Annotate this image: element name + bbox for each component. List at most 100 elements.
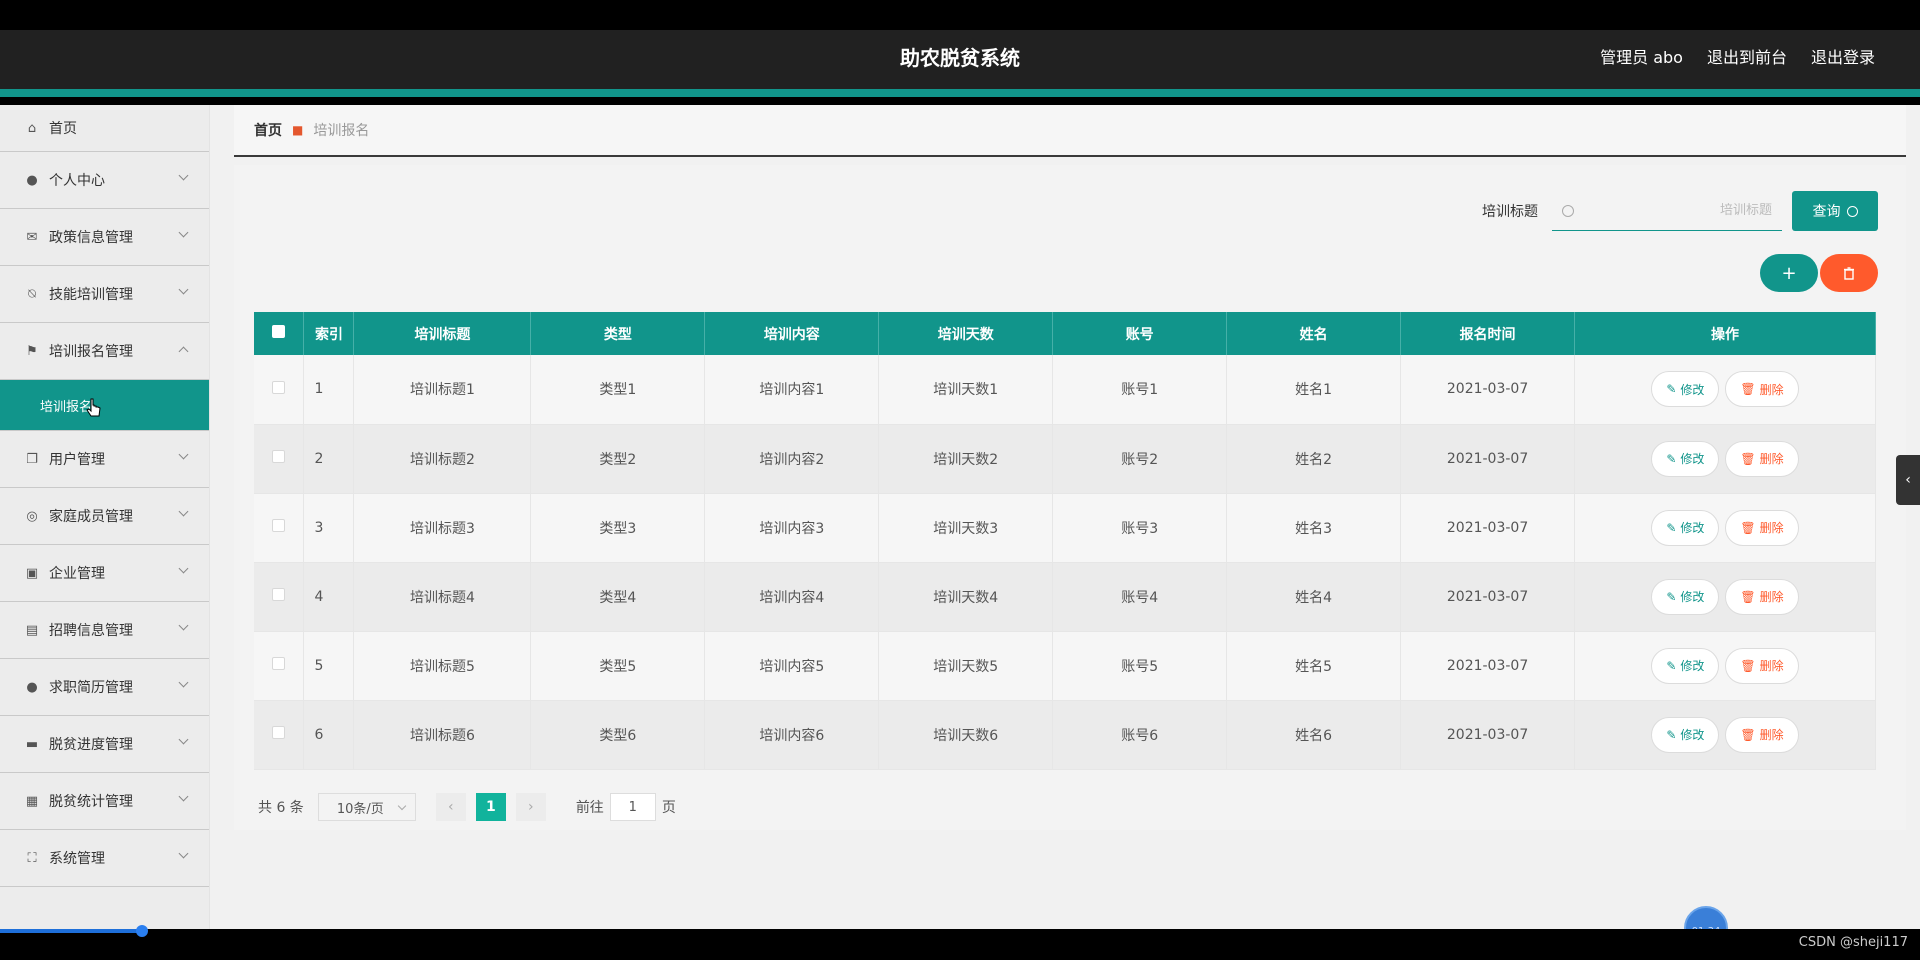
table-cell: 1: [303, 355, 355, 425]
sidebar-item[interactable]: ✉ 政策信息管理: [0, 209, 209, 266]
column-header: 操作: [1574, 312, 1876, 355]
batch-delete-button[interactable]: [1820, 254, 1878, 292]
edit-button[interactable]: ✎ 修改: [1651, 440, 1720, 477]
sidebar-item[interactable]: ⛶ 系统管理: [0, 830, 209, 887]
sidebar-item[interactable]: ▬ 脱贫进度管理: [0, 716, 209, 773]
edit-icon: ✎: [1666, 520, 1677, 535]
sidebar-item[interactable]: ⌂ 首页: [0, 105, 209, 152]
chevron-down-icon: [178, 227, 189, 238]
delete-label: 删除: [1759, 521, 1784, 535]
table-cell: 培训内容2: [704, 424, 880, 494]
sidebar-item[interactable]: ▦ 脱贫统计管理: [0, 773, 209, 830]
delete-button[interactable]: 🗑 删除: [1725, 716, 1799, 753]
row-actions: ✎ 修改 🗑 删除: [1574, 700, 1876, 770]
table-cell: 培训天数4: [878, 562, 1054, 632]
search-button-label: 查询: [1812, 204, 1841, 220]
chevron-down-icon: [178, 284, 189, 295]
edit-button[interactable]: ✎ 修改: [1651, 716, 1720, 753]
page-number-current[interactable]: 1: [475, 793, 506, 821]
next-page-button[interactable]: ›: [515, 793, 546, 821]
column-header: 索引: [303, 312, 355, 355]
table-cell: 账号4: [1052, 562, 1228, 632]
sidebar-item[interactable]: ⚑ 培训报名管理: [0, 323, 209, 380]
select-all-checkbox[interactable]: [272, 325, 286, 338]
collapse-side-tab[interactable]: ‹: [1896, 455, 1920, 505]
edit-button[interactable]: ✎ 修改: [1651, 371, 1720, 408]
sidebar-item[interactable]: ❐ 用户管理: [0, 431, 209, 488]
trash-icon: 🗑: [1740, 589, 1756, 604]
video-progress-knob[interactable]: [136, 925, 148, 937]
prev-page-button[interactable]: ‹: [435, 793, 466, 821]
table-cell: 2021-03-07: [1400, 424, 1576, 494]
sidebar-item[interactable]: ● 求职简历管理: [0, 659, 209, 716]
row-actions: ✎ 修改 🗑 删除: [1574, 493, 1876, 563]
submenu-item-active[interactable]: 培训报名: [0, 380, 209, 431]
add-button[interactable]: +: [1760, 254, 1818, 292]
header-accent-stripe: [0, 89, 1920, 97]
table-cell: 培训标题1: [353, 355, 532, 425]
edit-button[interactable]: ✎ 修改: [1651, 647, 1720, 684]
table-row: 2 培训标题2 类型2 培训内容2 培训天数2 账号2 姓名2 2021-03-07 ✎ 修改 🗑 删…: [254, 424, 1876, 494]
user-icon: ●: [26, 172, 38, 188]
logout-link[interactable]: 退出登录: [1811, 30, 1875, 86]
sidebar-item[interactable]: ⍉ 技能培训管理: [0, 266, 209, 323]
row-checkbox[interactable]: [272, 450, 286, 463]
search-button[interactable]: 查询: [1792, 191, 1878, 231]
goto-label: 前往: [575, 800, 604, 816]
user-icon: ●: [26, 679, 38, 695]
row-actions: ✎ 修改 🗑 删除: [1574, 631, 1876, 701]
table-cell: 培训标题3: [353, 493, 532, 563]
row-select-cell: [254, 493, 305, 563]
sidebar-item-label: 招聘信息管理: [49, 623, 133, 639]
row-checkbox[interactable]: [272, 657, 286, 670]
row-select-cell: [254, 631, 305, 701]
goto-page-input[interactable]: [609, 793, 656, 821]
page-size-select[interactable]: 10条/页: [317, 793, 416, 821]
table-cell: 2021-03-07: [1400, 562, 1576, 632]
sidebar-item[interactable]: ▤ 招聘信息管理: [0, 602, 209, 659]
delete-label: 删除: [1759, 659, 1784, 673]
table-cell: 姓名3: [1226, 493, 1402, 563]
sidebar-item[interactable]: ▣ 企业管理: [0, 545, 209, 602]
delete-button[interactable]: 🗑 删除: [1725, 440, 1799, 477]
back-to-front-link[interactable]: 退出到前台: [1707, 30, 1787, 86]
table-row: 5 培训标题5 类型5 培训内容5 培训天数5 账号5 姓名5 2021-03-07 ✎ 修改 🗑 删…: [254, 631, 1876, 701]
row-select-cell: [254, 562, 305, 632]
sidebar-item[interactable]: ◎ 家庭成员管理: [0, 488, 209, 545]
sidebar-item-label: 技能培训管理: [49, 287, 133, 303]
delete-button[interactable]: 🗑 删除: [1725, 371, 1799, 408]
table-cell: 培训天数1: [878, 355, 1054, 425]
table-cell: 姓名1: [1226, 355, 1402, 425]
row-checkbox[interactable]: [272, 726, 286, 739]
edit-label: 修改: [1680, 728, 1705, 742]
toolbar: +: [1760, 254, 1878, 292]
edit-icon: ✎: [1666, 589, 1677, 604]
search-input[interactable]: [1574, 203, 1772, 218]
edit-label: 修改: [1680, 659, 1705, 673]
trash-icon: 🗑: [1740, 727, 1756, 742]
row-checkbox[interactable]: [272, 588, 286, 601]
trash-icon: 🗑: [1740, 520, 1756, 535]
search-box[interactable]: [1552, 191, 1782, 231]
table-cell: 账号3: [1052, 493, 1228, 563]
row-checkbox[interactable]: [272, 380, 286, 394]
delete-button[interactable]: 🗑 删除: [1725, 578, 1799, 615]
delete-button[interactable]: 🗑 删除: [1725, 647, 1799, 684]
row-select-cell: [254, 424, 305, 494]
sidebar-item-label: 企业管理: [49, 566, 105, 582]
delete-button[interactable]: 🗑 删除: [1725, 509, 1799, 546]
search-bar: 培训标题 查询: [1482, 191, 1878, 231]
breadcrumb: 首页 ■ 培训报名: [234, 105, 1906, 157]
table-cell: 类型3: [530, 493, 706, 563]
edit-button[interactable]: ✎ 修改: [1651, 578, 1720, 615]
column-header: 报名时间: [1400, 312, 1576, 355]
sidebar-item[interactable]: ● 个人中心: [0, 152, 209, 209]
chevron-down-icon: [178, 677, 189, 688]
target-icon: ◎: [26, 508, 38, 524]
breadcrumb-home[interactable]: 首页: [254, 120, 282, 140]
trash-icon: 🗑: [1740, 658, 1756, 673]
table-cell: 2: [303, 424, 355, 494]
edit-button[interactable]: ✎ 修改: [1651, 509, 1720, 546]
sidebar-item-label: 个人中心: [49, 173, 105, 189]
row-checkbox[interactable]: [272, 519, 286, 532]
